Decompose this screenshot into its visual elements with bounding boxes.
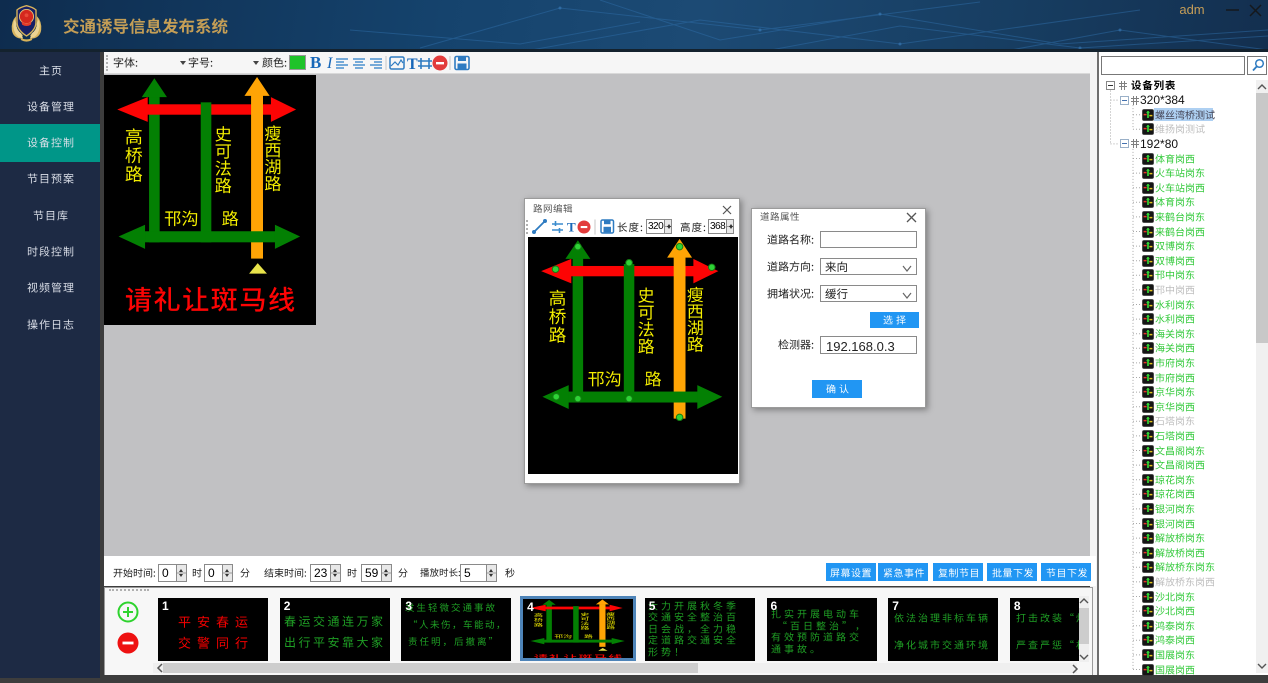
svg-text:T: T (407, 56, 418, 73)
svg-text:I: I (326, 55, 333, 72)
svg-text:T: T (567, 220, 576, 235)
svg-text:B: B (310, 53, 321, 72)
